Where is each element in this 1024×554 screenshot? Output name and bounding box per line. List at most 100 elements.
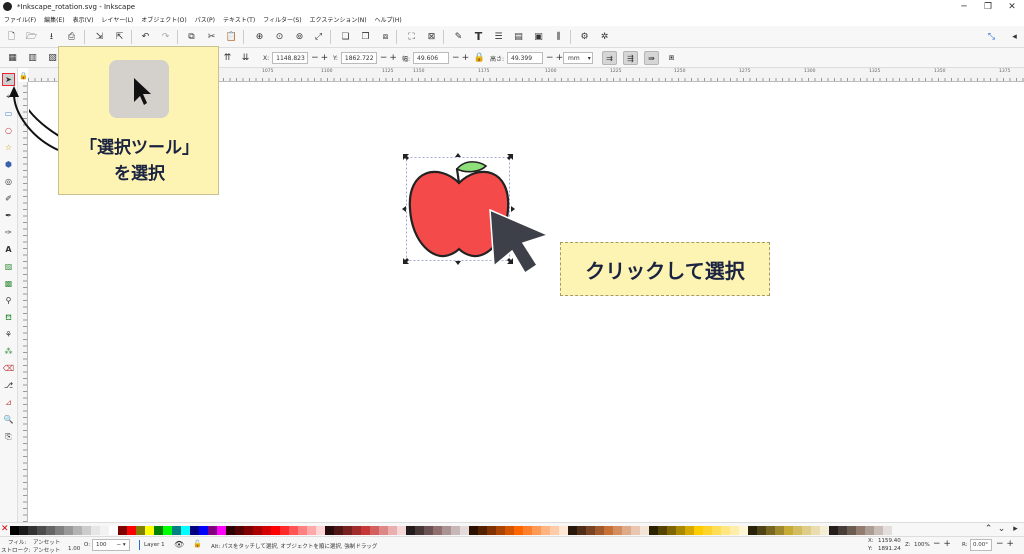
- color-swatch[interactable]: [469, 526, 478, 535]
- color-swatch[interactable]: [649, 526, 658, 535]
- layer-lock-icon[interactable]: 🔓: [193, 540, 202, 548]
- color-swatch[interactable]: [154, 526, 163, 535]
- color-swatch[interactable]: [856, 526, 865, 535]
- color-swatch[interactable]: [388, 526, 397, 535]
- color-swatch[interactable]: [415, 526, 424, 535]
- print-icon[interactable]: ⎙: [66, 32, 77, 43]
- text-font-icon[interactable]: T: [473, 31, 484, 42]
- color-swatch[interactable]: [550, 526, 559, 535]
- width-input[interactable]: 49.606: [413, 52, 450, 64]
- unlink-clone-icon[interactable]: ⧈: [380, 32, 391, 43]
- layer-name[interactable]: Layer 1: [144, 542, 165, 548]
- color-swatch[interactable]: [703, 526, 712, 535]
- rotate-input[interactable]: 0.00°: [970, 539, 992, 551]
- color-swatch[interactable]: [235, 526, 244, 535]
- color-swatch[interactable]: [73, 526, 82, 535]
- text-tool[interactable]: A: [2, 243, 15, 256]
- export-icon[interactable]: ⇱: [114, 32, 125, 43]
- color-swatch[interactable]: [577, 526, 586, 535]
- color-swatch[interactable]: [793, 526, 802, 535]
- color-swatch[interactable]: [721, 526, 730, 535]
- paste-icon[interactable]: 📋: [226, 32, 237, 43]
- color-swatch[interactable]: [820, 526, 829, 535]
- color-swatch[interactable]: [532, 526, 541, 535]
- color-swatch[interactable]: [262, 526, 271, 535]
- document-properties-icon[interactable]: ✲: [599, 32, 610, 43]
- menu-layer[interactable]: レイヤー(L): [97, 15, 137, 24]
- color-swatch[interactable]: [46, 526, 55, 535]
- color-swatch[interactable]: [37, 526, 46, 535]
- deselect-icon[interactable]: ▧: [47, 53, 58, 64]
- cut-icon[interactable]: ✂: [206, 32, 217, 43]
- zoom-tool[interactable]: 🔍: [2, 413, 15, 426]
- duplicate-icon[interactable]: ❏: [340, 32, 351, 43]
- snap-icon[interactable]: ⤡: [986, 32, 997, 43]
- minimize-icon[interactable]: ─: [952, 0, 976, 13]
- move-gradients-toggle[interactable]: ⇛: [644, 51, 659, 65]
- color-swatch[interactable]: [289, 526, 298, 535]
- color-swatch[interactable]: [622, 526, 631, 535]
- undo-icon[interactable]: ↶: [140, 32, 151, 43]
- color-swatch[interactable]: [514, 526, 523, 535]
- color-swatch[interactable]: [118, 526, 127, 535]
- pencil-tool[interactable]: ✐: [2, 192, 15, 205]
- color-swatch[interactable]: [379, 526, 388, 535]
- color-swatch[interactable]: [568, 526, 577, 535]
- raise-to-top-icon[interactable]: ⇈: [222, 53, 233, 64]
- color-swatch[interactable]: [541, 526, 550, 535]
- spiral-tool[interactable]: ◎: [2, 175, 15, 188]
- color-swatch[interactable]: [829, 526, 838, 535]
- color-swatch[interactable]: [451, 526, 460, 535]
- menu-extensions[interactable]: エクステンション(N): [306, 15, 371, 24]
- color-swatch[interactable]: [343, 526, 352, 535]
- color-swatch[interactable]: [127, 526, 136, 535]
- color-swatch[interactable]: [181, 526, 190, 535]
- connector-tool[interactable]: ⎇: [2, 379, 15, 392]
- color-swatch[interactable]: [298, 526, 307, 535]
- open-folder-icon[interactable]: 🗁: [26, 32, 37, 43]
- layers-icon[interactable]: ☰: [493, 32, 504, 43]
- none-swatch[interactable]: ✕: [1, 525, 9, 534]
- lock-ratio-icon[interactable]: 🔒: [474, 53, 485, 64]
- color-swatch[interactable]: [271, 526, 280, 535]
- spray-tool[interactable]: ⁂: [2, 345, 15, 358]
- color-swatch[interactable]: [325, 526, 334, 535]
- color-swatch[interactable]: [82, 526, 91, 535]
- color-swatch[interactable]: [478, 526, 487, 535]
- color-swatch[interactable]: [676, 526, 685, 535]
- color-swatch[interactable]: [775, 526, 784, 535]
- unit-select[interactable]: mm ▾: [563, 52, 593, 64]
- color-swatch[interactable]: [136, 526, 145, 535]
- group-icon[interactable]: ⛶: [406, 32, 417, 43]
- color-swatch[interactable]: [217, 526, 226, 535]
- lower-to-bottom-icon[interactable]: ⇊: [240, 53, 251, 64]
- color-swatch[interactable]: [442, 526, 451, 535]
- color-swatch[interactable]: [748, 526, 757, 535]
- menu-help[interactable]: ヘルプ(H): [371, 15, 406, 24]
- color-swatch[interactable]: [766, 526, 775, 535]
- color-swatch[interactable]: [109, 526, 118, 535]
- pages-tool[interactable]: ⎘: [2, 430, 15, 443]
- menu-object[interactable]: オブジェクト(O): [137, 15, 190, 24]
- width-stepper[interactable]: −+: [452, 53, 471, 63]
- color-swatch[interactable]: [55, 526, 64, 535]
- select-all-icon[interactable]: ▦: [7, 53, 18, 64]
- paint-bucket-tool[interactable]: ⛾: [2, 311, 15, 324]
- palette-menu-icon[interactable]: ▸: [1010, 524, 1021, 535]
- objects-icon[interactable]: ▣: [533, 32, 544, 43]
- menu-filters[interactable]: フィルター(S): [259, 15, 305, 24]
- select-all-layers-icon[interactable]: ▥: [27, 53, 38, 64]
- color-swatch[interactable]: [370, 526, 379, 535]
- rotate-stepper[interactable]: − +: [996, 539, 1014, 549]
- color-swatch[interactable]: [685, 526, 694, 535]
- xml-editor-icon[interactable]: ▤: [513, 32, 524, 43]
- measure-tool[interactable]: ⊿: [2, 396, 15, 409]
- color-swatch[interactable]: [244, 526, 253, 535]
- dropper-tool[interactable]: ⚲: [2, 294, 15, 307]
- color-swatch[interactable]: [19, 526, 28, 535]
- mesh-tool[interactable]: ▩: [2, 277, 15, 290]
- move-patterns-icon[interactable]: ⧆: [666, 53, 677, 64]
- color-swatch[interactable]: [145, 526, 154, 535]
- color-swatch[interactable]: [91, 526, 100, 535]
- color-swatch[interactable]: [739, 526, 748, 535]
